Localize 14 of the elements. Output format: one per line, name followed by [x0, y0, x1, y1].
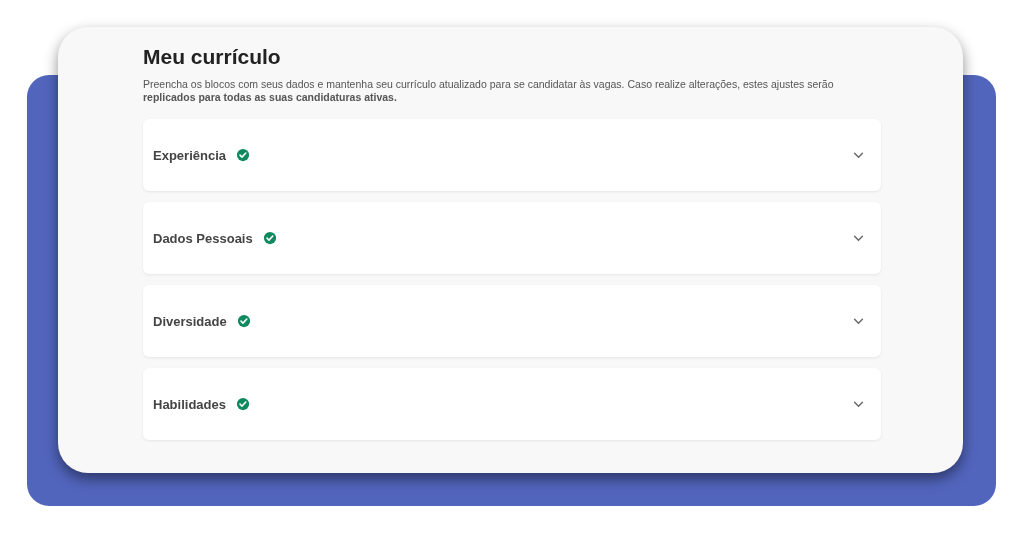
- chevron-icon: [853, 151, 864, 159]
- section-label: Experiência: [153, 147, 226, 163]
- accordion-section[interactable]: Diversidade: [143, 285, 881, 357]
- chevron-icon: [853, 317, 864, 325]
- chevron-icon: [853, 234, 864, 242]
- section-label: Dados Pessoais: [153, 230, 253, 246]
- accordion-section[interactable]: Dados Pessoais: [143, 202, 881, 274]
- section-label: Habilidades: [153, 396, 226, 412]
- accordion-section[interactable]: Experiência: [143, 119, 881, 191]
- accordion-section[interactable]: Habilidades: [143, 368, 881, 440]
- page-title: Meu currículo: [143, 45, 282, 69]
- description-text: Preencha os blocos com seus dados e mantenha seu currículo atualizado para se candidatar às vagas. Caso realize alterações, estes ajustes serão replicados para todas as suas candidaturas ativas.: [143, 78, 835, 104]
- chevron-icon: [853, 400, 864, 408]
- section-label: Diversidade: [153, 313, 227, 329]
